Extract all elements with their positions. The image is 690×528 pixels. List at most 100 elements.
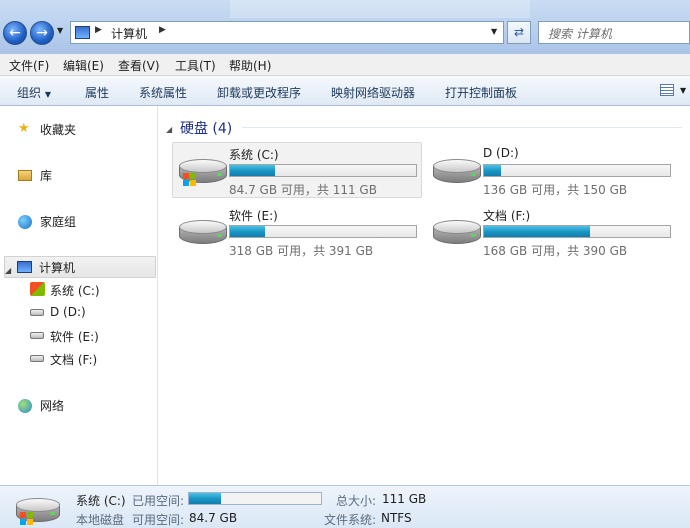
nav-network-label: 网络 — [40, 399, 65, 413]
star-icon: ★ — [18, 121, 30, 136]
nav-computer-label: 计算机 — [39, 261, 76, 275]
address-bar[interactable]: ▶ 计算机 ▶ ▼ — [70, 21, 504, 44]
menu-view[interactable]: 查看(V) — [118, 57, 160, 74]
menu-tools[interactable]: 工具(T) — [175, 57, 216, 74]
nav-libraries-label: 库 — [40, 169, 53, 183]
details-free-label: 可用空间: — [132, 513, 185, 527]
hard-drive-icon — [433, 159, 481, 189]
details-pane: 系统 (C:) 已用空间: 总大小: 111 GB 本地磁盘 可用空间: 84.… — [0, 485, 690, 528]
address-toolbar: ← → ▼ ▶ 计算机 ▶ ▼ ⇄ 搜索 计算机 — [0, 0, 690, 54]
window-title-area — [230, 0, 530, 18]
details-free-value: 84.7 GB — [189, 511, 238, 525]
nav-favorites[interactable]: ★ 收藏夹 — [14, 118, 154, 140]
hard-drive-icon — [16, 498, 60, 528]
nav-computer[interactable]: ◢ 计算机 — [4, 256, 156, 278]
organize-label: 组织 — [17, 86, 42, 100]
drive-usage-fill — [484, 226, 591, 237]
details-used-label: 已用空间: — [132, 494, 185, 508]
drive-usage-bar — [229, 164, 417, 177]
breadcrumb-computer[interactable]: 计算机 — [111, 25, 147, 42]
view-dropdown-icon[interactable]: ▼ — [680, 86, 686, 95]
system-drive-icon — [30, 282, 45, 296]
group-title: 硬盘 (4) — [179, 121, 233, 137]
menu-edit[interactable]: 编辑(E) — [63, 57, 104, 74]
back-arrow-icon: ← — [9, 25, 21, 41]
chevron-right-icon[interactable]: ▶ — [95, 25, 102, 35]
computer-icon — [17, 261, 32, 273]
group-divider — [242, 127, 682, 128]
drive-usage-fill — [230, 226, 266, 237]
drive-icon — [30, 355, 44, 362]
hard-drive-icon — [179, 159, 227, 189]
content-pane: ◢ 硬盘 (4) 系统 (C:) 84.7 GB 可用，共 111 GB D (… — [158, 106, 690, 485]
collapse-arrow-icon[interactable]: ◢ — [166, 125, 172, 134]
nav-drive-label: 文档 (F:) — [50, 353, 98, 367]
drive-space-info: 318 GB 可用，共 391 GB — [229, 244, 374, 258]
details-total-value: 111 GB — [382, 492, 427, 506]
drive-tile-d[interactable]: D (D:) 136 GB 可用，共 150 GB — [426, 142, 676, 198]
nav-drive-f[interactable]: 文档 (F:) — [28, 348, 154, 370]
drive-space-info: 136 GB 可用，共 150 GB — [483, 183, 628, 197]
nav-drive-c[interactable]: 系统 (C:) — [28, 279, 154, 301]
system-properties-button[interactable]: 系统属性 — [139, 84, 187, 101]
details-usage-fill — [189, 493, 221, 504]
windows-logo-icon — [20, 512, 34, 526]
nav-homegroup-label: 家庭组 — [40, 215, 77, 229]
drive-name: 软件 (E:) — [229, 209, 278, 223]
windows-logo-icon — [183, 173, 197, 187]
chevron-right-icon[interactable]: ▶ — [159, 25, 166, 35]
drive-icon — [30, 332, 44, 339]
menu-help[interactable]: 帮助(H) — [229, 57, 271, 74]
computer-icon — [75, 26, 90, 39]
address-dropdown-icon[interactable]: ▼ — [491, 27, 497, 36]
menu-bar: 文件(F) 编辑(E) 查看(V) 工具(T) 帮助(H) — [0, 54, 690, 76]
nav-drive-d[interactable]: D (D:) — [28, 302, 154, 324]
chevron-down-icon: ▼ — [44, 90, 51, 99]
details-usage-bar — [188, 492, 322, 505]
change-view-icon[interactable] — [660, 84, 674, 96]
drive-name: 系统 (C:) — [229, 148, 279, 162]
uninstall-program-button[interactable]: 卸载或更改程序 — [217, 84, 301, 101]
drive-tile-c[interactable]: 系统 (C:) 84.7 GB 可用，共 111 GB — [172, 142, 422, 198]
hard-drive-icon — [179, 220, 227, 250]
details-drive-name: 系统 (C:) — [76, 494, 126, 508]
nav-drive-label: D (D:) — [50, 305, 86, 319]
menu-file[interactable]: 文件(F) — [9, 57, 49, 74]
drive-tile-f[interactable]: 文档 (F:) 168 GB 可用，共 390 GB — [426, 203, 676, 259]
details-fs-value: NTFS — [381, 511, 412, 525]
nav-drive-label: 系统 (C:) — [50, 284, 100, 298]
drive-usage-bar — [483, 164, 671, 177]
refresh-icon: ⇄ — [513, 25, 525, 39]
history-dropdown-icon[interactable]: ▼ — [57, 26, 67, 40]
details-total-label: 总大小: — [336, 494, 377, 508]
drive-name: D (D:) — [483, 146, 519, 160]
drive-usage-bar — [483, 225, 671, 238]
search-placeholder: 搜索 计算机 — [548, 27, 612, 41]
search-input[interactable]: 搜索 计算机 — [538, 21, 690, 44]
nav-libraries[interactable]: 库 — [14, 164, 154, 186]
drive-usage-fill — [230, 165, 275, 176]
nav-network[interactable]: 网络 — [14, 394, 154, 416]
drive-tile-e[interactable]: 软件 (E:) 318 GB 可用，共 391 GB — [172, 203, 422, 259]
drive-icon — [30, 309, 44, 316]
drive-name: 文档 (F:) — [483, 209, 531, 223]
back-button[interactable]: ← — [3, 21, 27, 45]
details-drive-type: 本地磁盘 — [76, 513, 125, 527]
drive-usage-fill — [484, 165, 501, 176]
homegroup-icon — [18, 215, 32, 229]
forward-button[interactable]: → — [30, 21, 54, 45]
command-bar: 组织 ▼ 属性 系统属性 卸载或更改程序 映射网络驱动器 打开控制面板 ▼ — [0, 76, 690, 106]
nav-drive-label: 软件 (E:) — [50, 330, 99, 344]
drive-usage-bar — [229, 225, 417, 238]
open-control-panel-button[interactable]: 打开控制面板 — [445, 84, 517, 101]
expand-arrow-icon[interactable]: ◢ — [5, 264, 11, 278]
group-header-hard-disks[interactable]: ◢ 硬盘 (4) — [166, 118, 232, 138]
network-icon — [18, 399, 32, 413]
drive-space-info: 84.7 GB 可用，共 111 GB — [229, 183, 377, 197]
organize-button[interactable]: 组织 ▼ — [17, 84, 51, 101]
nav-drive-e[interactable]: 软件 (E:) — [28, 325, 154, 347]
properties-button[interactable]: 属性 — [85, 84, 109, 101]
refresh-button[interactable]: ⇄ — [507, 21, 531, 44]
nav-homegroup[interactable]: 家庭组 — [14, 210, 154, 232]
map-network-drive-button[interactable]: 映射网络驱动器 — [331, 84, 415, 101]
